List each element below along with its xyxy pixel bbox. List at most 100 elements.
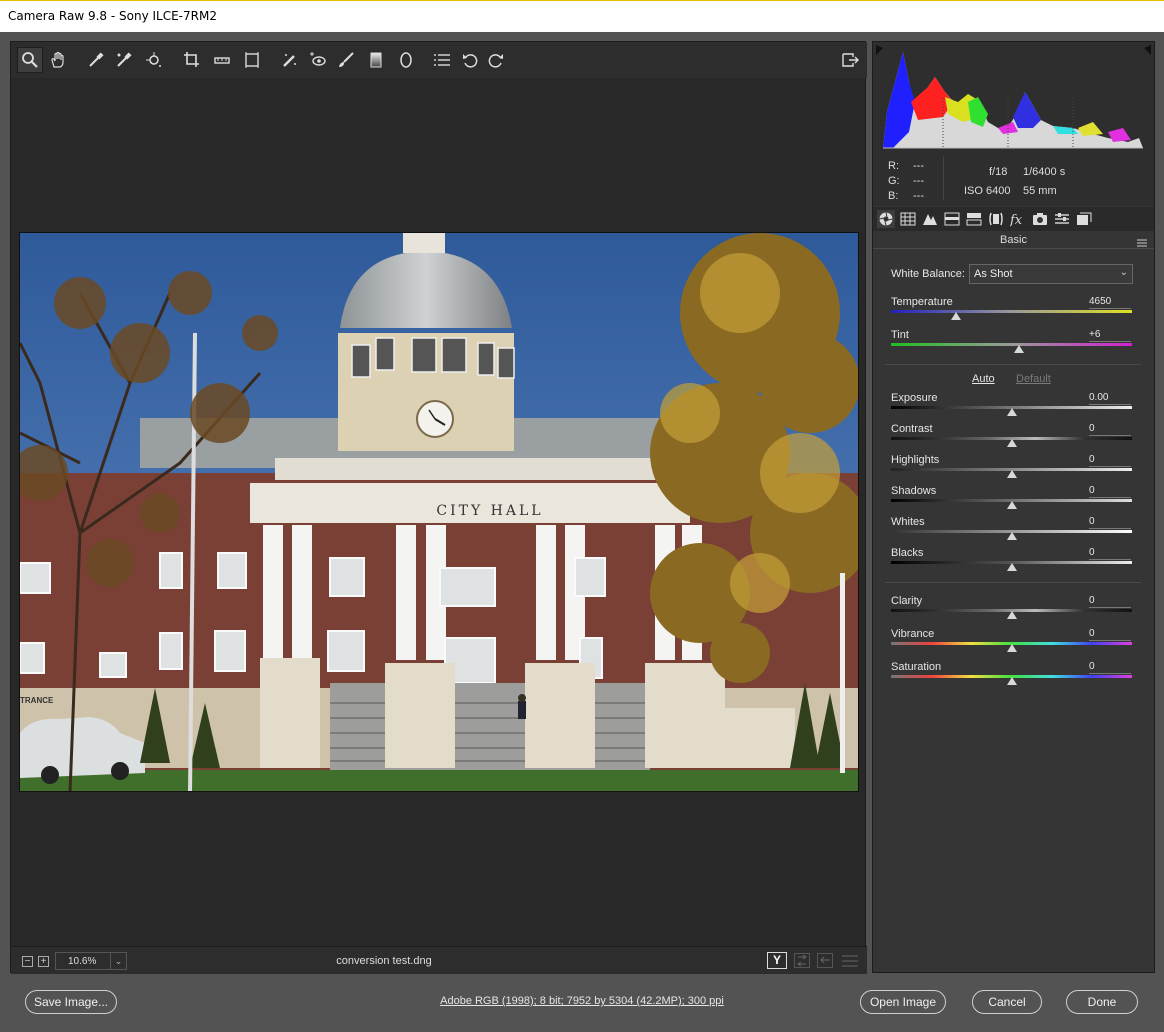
adjustments-panel: R: --- G: --- B: --- f/18 1/6400 s ISO 6… (872, 41, 1155, 973)
chevron-down-icon: ⌄ (1119, 267, 1128, 278)
window-title: Camera Raw 9.8 - Sony ILCE-7RM2 (8, 9, 217, 23)
highlight-clipping-warning[interactable] (1144, 45, 1151, 55)
rotate-ccw-tool[interactable] (457, 47, 483, 73)
saturation-value[interactable]: 0 (1089, 661, 1131, 674)
aperture-icon (879, 212, 893, 226)
clarity-value[interactable]: 0 (1089, 595, 1131, 608)
shadows-value[interactable]: 0 (1089, 485, 1131, 498)
straighten-tool[interactable] (209, 47, 235, 73)
saturation-label: Saturation (891, 661, 942, 673)
exposure-slider-thumb[interactable] (1006, 408, 1017, 416)
panel-menu-button[interactable] (1137, 235, 1147, 247)
transform-icon (245, 52, 259, 68)
hand-tool[interactable] (45, 47, 71, 73)
exposure-value[interactable]: 0.00 (1089, 392, 1131, 405)
spot-heal-icon (283, 54, 296, 67)
tab-snapshots[interactable] (1075, 210, 1093, 228)
r-value: --- (913, 160, 924, 172)
blacks-slider-thumb[interactable] (1006, 563, 1017, 571)
radial-filter-tool[interactable] (393, 47, 419, 73)
spot-removal-tool[interactable] (277, 47, 303, 73)
tab-basic[interactable] (877, 210, 895, 228)
clarity-slider-thumb[interactable] (1006, 611, 1017, 619)
auto-button[interactable]: Auto (972, 373, 995, 385)
done-button[interactable]: Done (1066, 990, 1138, 1014)
fx-icon: fx (1010, 213, 1023, 227)
tint-value[interactable]: +6 (1089, 329, 1131, 342)
snapshots-icon (1077, 212, 1092, 225)
temperature-slider[interactable] (891, 310, 1132, 313)
white-balance-select[interactable]: As Shot ⌄ (969, 264, 1133, 284)
tint-label: Tint (891, 329, 909, 341)
color-sampler-tool[interactable] (111, 47, 137, 73)
transform-tool[interactable] (239, 47, 265, 73)
cancel-button[interactable]: Cancel (972, 990, 1042, 1014)
vibrance-value[interactable]: 0 (1089, 628, 1131, 641)
tab-presets[interactable] (1053, 210, 1071, 228)
r-label: R: (888, 160, 899, 172)
tab-tone-curve[interactable] (899, 210, 917, 228)
tab-hsl[interactable] (943, 210, 961, 228)
swap-settings-button[interactable] (794, 953, 810, 968)
open-image-button[interactable]: Open Image (860, 990, 946, 1014)
split-toning-icon (966, 213, 982, 226)
zoom-tool[interactable] (17, 47, 43, 73)
vibrance-slider-thumb[interactable] (1006, 644, 1017, 652)
menu-icon (1137, 239, 1147, 247)
contrast-slider-thumb[interactable] (1006, 439, 1017, 447)
image-preview[interactable]: CITY HALL TRANCE (19, 232, 859, 792)
section-divider (885, 582, 1141, 583)
target-adjust-icon (146, 52, 161, 67)
city-hall-photo: CITY HALL TRANCE (20, 233, 858, 791)
shadow-clipping-warning[interactable] (876, 45, 883, 55)
white-balance-label: White Balance: (891, 268, 965, 280)
rotate-cw-tool[interactable] (483, 47, 509, 73)
camera-raw-app: CITY HALL TRANCE − + 10.6% ⌄ conversion … (0, 32, 1164, 1032)
tab-camera-calibration[interactable] (1031, 210, 1049, 228)
brush-icon (339, 52, 354, 67)
whites-value[interactable]: 0 (1089, 516, 1131, 529)
b-label: B: (888, 190, 899, 202)
temperature-value[interactable]: 4650 (1089, 296, 1131, 309)
tab-detail[interactable] (921, 210, 939, 228)
tint-slider-thumb[interactable] (1013, 345, 1024, 353)
preview-panel: CITY HALL TRANCE − + 10.6% ⌄ conversion … (10, 41, 867, 974)
whites-slider-thumb[interactable] (1006, 532, 1017, 540)
rotate-left-icon (463, 54, 478, 68)
presets-icon (1055, 213, 1069, 224)
tab-effects[interactable]: fx (1009, 210, 1027, 228)
default-button[interactable]: Default (1016, 373, 1051, 385)
ellipse-icon (400, 52, 412, 68)
highlights-value[interactable]: 0 (1089, 454, 1131, 467)
tab-split-toning[interactable] (965, 210, 983, 228)
magnifier-icon (22, 52, 38, 68)
preview-settings-button[interactable] (841, 953, 859, 968)
preferences-tool[interactable] (429, 47, 455, 73)
red-eye-tool[interactable] (305, 47, 331, 73)
shadows-slider-thumb[interactable] (1006, 501, 1017, 509)
targeted-adjustment-tool[interactable] (141, 47, 167, 73)
contrast-value[interactable]: 0 (1089, 423, 1131, 436)
saturation-slider-thumb[interactable] (1006, 677, 1017, 685)
panel-title: Basic (1000, 234, 1027, 246)
white-balance-tool[interactable] (83, 47, 109, 73)
white-balance-value: As Shot (974, 268, 1013, 280)
highlights-slider-thumb[interactable] (1006, 470, 1017, 478)
image-info: R: --- G: --- B: --- f/18 1/6400 s ISO 6… (873, 152, 1154, 206)
temperature-slider-thumb[interactable] (951, 312, 962, 320)
tint-slider[interactable] (891, 343, 1132, 346)
before-after-button[interactable]: Y (767, 952, 787, 969)
focal-length: 55 mm (1023, 185, 1057, 197)
blacks-value[interactable]: 0 (1089, 547, 1131, 560)
graduated-filter-tool[interactable] (363, 47, 389, 73)
section-divider (885, 364, 1141, 365)
crop-tool[interactable] (179, 47, 205, 73)
tab-lens-corrections[interactable] (987, 210, 1005, 228)
copy-settings-button[interactable] (817, 953, 833, 968)
adjustment-brush-tool[interactable] (333, 47, 359, 73)
title-bar: Camera Raw 9.8 - Sony ILCE-7RM2 (0, 0, 1164, 32)
shadows-label: Shadows (891, 485, 937, 497)
fullscreen-button[interactable] (837, 47, 863, 73)
g-label: G: (888, 175, 900, 187)
hand-icon (51, 51, 64, 68)
